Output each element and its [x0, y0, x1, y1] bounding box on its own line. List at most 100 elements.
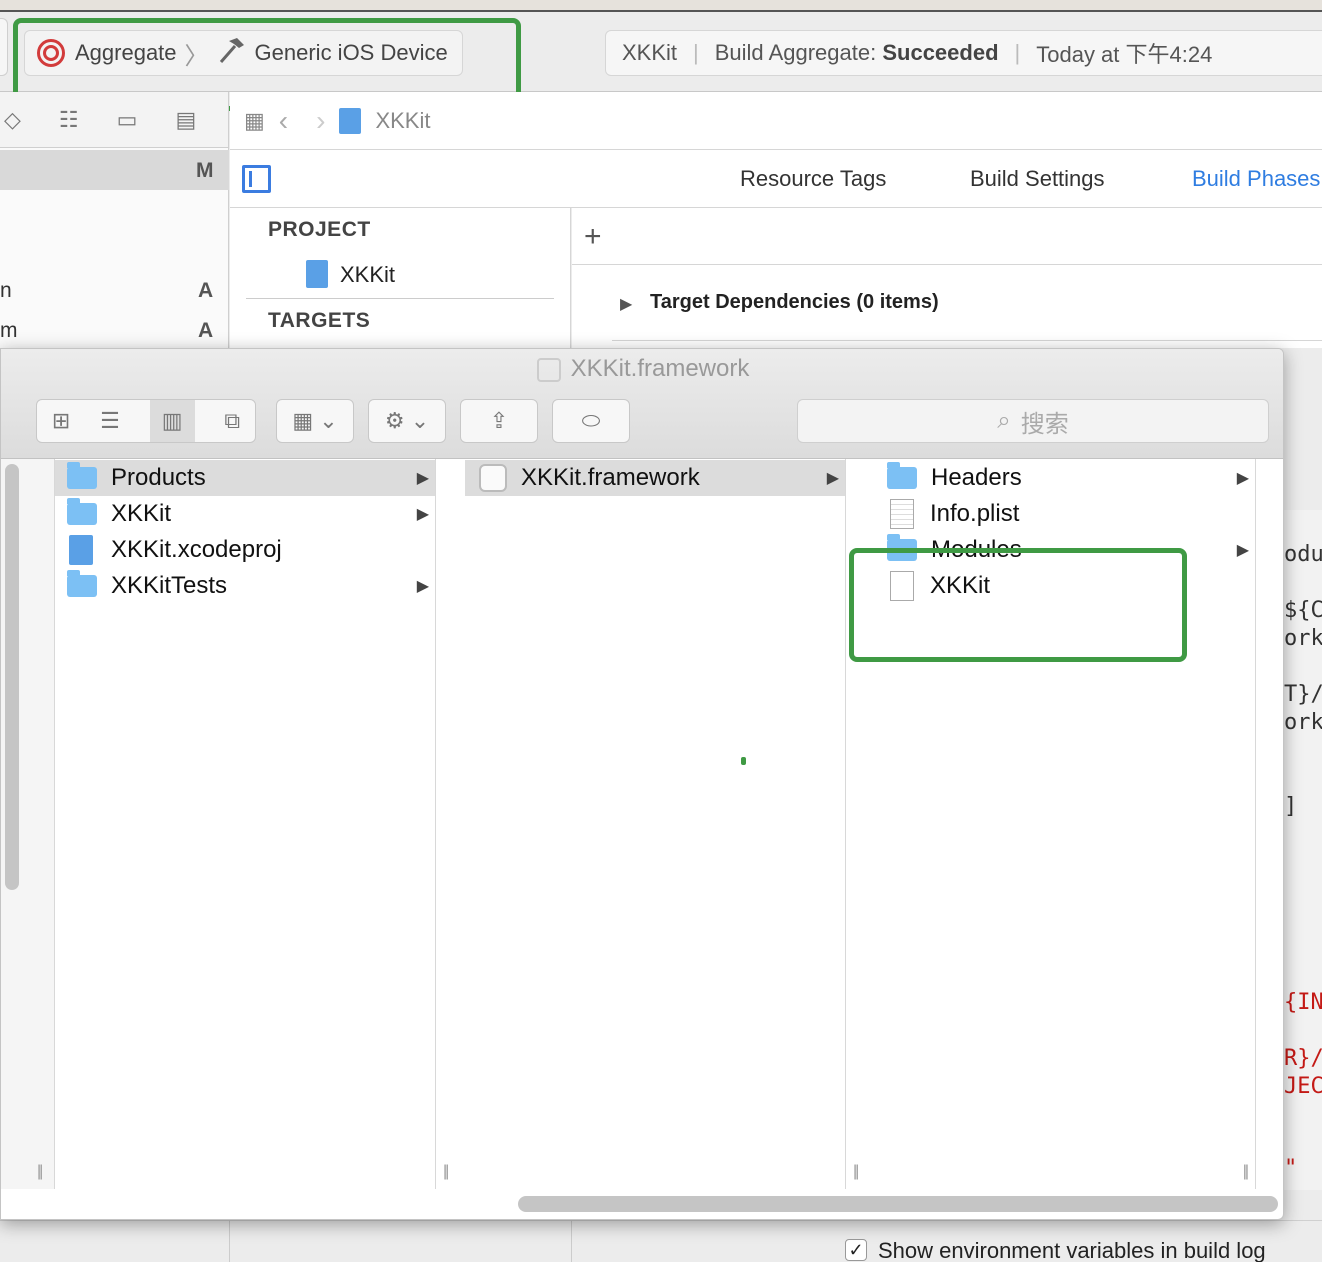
list-item[interactable]: Info.plist — [875, 496, 1255, 532]
activity-status-prefix: Build Aggregate: — [714, 40, 877, 65]
finder-column-1: Products ▶ XKKit ▶ XKKit.xcodeproj XKKit… — [37, 459, 436, 1189]
activity-status: Succeeded — [882, 40, 999, 65]
annotation-dot — [741, 757, 746, 765]
activity-project: XKKit — [622, 40, 678, 65]
disclosure-triangle-icon[interactable]: ▶ — [620, 294, 632, 314]
list-item-label: Products — [111, 464, 206, 491]
navigator-item-text[interactable]: n — [0, 279, 12, 303]
finder-window: XKKit.framework ⊞ ☰ ▥ ⧉ ▦ ⌄ ⚙ ⌄ ⇪ ⬭ ⌕ 搜索… — [0, 348, 1284, 1220]
view-mode-group: ⊞ ☰ ▥ ⧉ — [36, 399, 256, 443]
project-header: PROJECT — [268, 218, 371, 241]
list-item-label: XKKitTests — [111, 572, 228, 599]
env-vars-checkbox[interactable]: ✓ — [845, 1239, 867, 1261]
list-view-icon[interactable]: ☰ — [100, 408, 120, 434]
code-line: ${C — [1284, 598, 1322, 623]
horizontal-scrollbar[interactable] — [518, 1196, 1278, 1212]
code-line: ork — [1284, 626, 1322, 651]
navigator-selected-row[interactable] — [0, 150, 229, 190]
action-menu-button[interactable]: ⚙ ⌄ — [368, 399, 446, 443]
list-item[interactable]: XKKit.xcodeproj — [55, 532, 435, 568]
disclosure-arrow-icon: ▶ — [416, 506, 429, 523]
forward-arrow-icon[interactable]: › — [316, 105, 325, 137]
build-phases-panel: + ▶ Target Dependencies (0 items) — [572, 208, 1322, 348]
finder-column-2: XKKit.framework ▶ || — [443, 459, 846, 1189]
disclosure-arrow-icon: ▶ — [1236, 542, 1249, 559]
jump-bar: ▦ ‹ › XKKit — [230, 92, 1322, 150]
folder-icon — [67, 498, 97, 525]
related-items-icon[interactable]: ▦ — [244, 108, 265, 134]
column-resize-handle[interactable]: || — [443, 1163, 449, 1181]
list-item[interactable]: XKKitTests ▶ — [55, 568, 435, 604]
code-line: ork — [1284, 710, 1322, 735]
finder-title-text: XKKit.framework — [570, 355, 750, 382]
tag-icon[interactable]: ▭ — [117, 107, 138, 133]
target-dependencies-header[interactable]: Target Dependencies (0 items) — [650, 291, 939, 314]
icon-view-icon[interactable]: ⊞ — [52, 408, 70, 434]
xcodeproj-icon — [306, 260, 328, 288]
disclosure-arrow-icon: ▶ — [826, 470, 839, 487]
navigator-selector-bar: ◇ ☷ ▭ ▤ — [0, 92, 229, 148]
activity-divider: | — [1014, 40, 1021, 65]
debug-navigator-icon[interactable]: ☷ — [59, 107, 79, 133]
code-line: " — [1284, 1156, 1298, 1181]
list-item[interactable]: XKKit ▶ — [55, 496, 435, 532]
framework-icon — [536, 357, 561, 382]
list-item[interactable]: XKKit.framework ▶ — [465, 460, 845, 496]
column-resize-handle[interactable]: || — [853, 1163, 859, 1181]
jumpbar-item[interactable]: XKKit — [375, 108, 430, 134]
tab-build-settings[interactable]: Build Settings — [970, 166, 1105, 192]
tab-build-phases[interactable]: Build Phases — [1192, 166, 1320, 192]
add-phase-button[interactable]: + — [584, 220, 602, 254]
vertical-scrollbar[interactable] — [5, 464, 19, 890]
back-arrow-icon[interactable]: ‹ — [279, 105, 288, 137]
annotation-highlight-binary — [849, 548, 1187, 662]
report-navigator-icon[interactable]: ▤ — [175, 107, 196, 133]
framework-icon — [479, 464, 507, 492]
activity-time: Today at 下午4:24 — [1036, 42, 1213, 67]
divider — [572, 264, 1322, 265]
share-button[interactable]: ⇪ — [460, 399, 538, 443]
project-target-list: PROJECT XKKit TARGETS — [230, 208, 571, 348]
finder-window-title: XKKit.framework — [1, 355, 1283, 383]
folder-icon — [67, 570, 97, 597]
divider — [612, 340, 1322, 341]
divider — [229, 1220, 230, 1262]
column-resize-handle[interactable]: || — [1243, 1163, 1249, 1181]
sidebar-toggle-icon[interactable] — [242, 165, 271, 193]
env-vars-checkbox-label: Show environment variables in build log — [878, 1238, 1266, 1262]
menu-bar — [0, 0, 1322, 12]
run-controls-stub[interactable] — [0, 18, 8, 76]
disclosure-arrow-icon: ▶ — [416, 578, 429, 595]
project-item[interactable]: XKKit — [340, 262, 395, 288]
column-view-icon[interactable]: ▥ — [149, 400, 195, 442]
code-line: R}/ — [1284, 1046, 1322, 1071]
list-item-label: XKKit.framework — [521, 464, 700, 491]
breakpoint-navigator-icon[interactable]: ◇ — [4, 107, 21, 133]
tag-icon: ⬭ — [581, 408, 601, 433]
gear-icon: ⚙ ⌄ — [384, 408, 430, 433]
tab-resource-tags[interactable]: Resource Tags — [740, 166, 886, 192]
cover-flow-icon[interactable]: ⧉ — [224, 408, 240, 434]
source-control-badge: A — [198, 319, 214, 342]
navigator-item-text[interactable]: m — [0, 319, 18, 343]
list-item[interactable]: Headers ▶ — [875, 460, 1255, 496]
plist-icon — [890, 499, 914, 529]
folder-icon — [67, 462, 97, 489]
group-by-button[interactable]: ▦ ⌄ — [276, 399, 354, 443]
source-control-badge: M — [196, 159, 214, 182]
tags-button[interactable]: ⬭ — [552, 399, 630, 443]
search-field[interactable]: ⌕ 搜索 — [797, 399, 1269, 443]
disclosure-arrow-icon: ▶ — [416, 470, 429, 487]
list-item-label: XKKit.xcodeproj — [111, 536, 282, 563]
search-placeholder: 搜索 — [1020, 410, 1069, 438]
list-item[interactable]: Products ▶ — [55, 460, 435, 496]
xcodeproj-icon — [69, 535, 93, 565]
column-resize-handle[interactable]: || — [37, 1163, 43, 1181]
code-line: T}/ — [1284, 682, 1322, 707]
share-icon: ⇪ — [489, 408, 509, 433]
source-control-badge: A — [198, 279, 214, 302]
divider — [246, 298, 554, 299]
activity-viewer: XKKit | Build Aggregate: Succeeded | Tod… — [605, 30, 1322, 76]
code-line: {IN — [1284, 990, 1322, 1015]
code-line: JEC — [1284, 1074, 1322, 1099]
